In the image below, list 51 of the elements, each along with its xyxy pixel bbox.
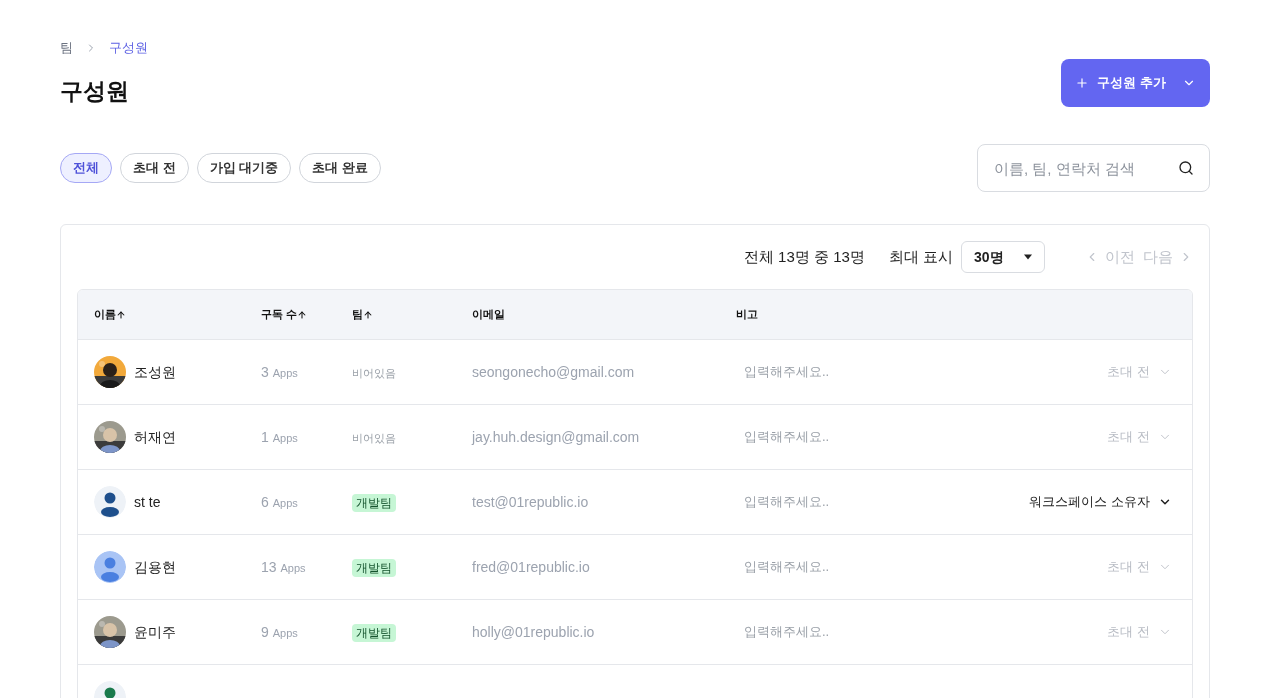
filter-chip[interactable]: 전체 — [60, 153, 112, 183]
breadcrumb-link[interactable]: 팀 — [60, 38, 73, 58]
page-title: 구성원 — [60, 76, 129, 106]
member-email: holly@01republic.io — [472, 624, 595, 640]
column-header[interactable]: 이메일 — [472, 306, 505, 323]
search-icon — [1178, 160, 1194, 176]
note-field[interactable]: 입력해주세요.. — [744, 427, 904, 447]
app-count: 6 Apps — [261, 494, 298, 510]
member-name: st te — [134, 493, 161, 512]
avatar-icon — [94, 551, 126, 583]
column-header[interactable]: 이름 — [94, 306, 126, 323]
app-count: 1 Apps — [261, 429, 298, 445]
filter-chip[interactable]: 초대 전 — [120, 153, 189, 183]
note-field[interactable]: 입력해주세요.. — [744, 362, 904, 382]
member-name: 윤미주 — [134, 623, 176, 642]
member-name: 조성원 — [134, 363, 176, 382]
app-count: 3 Apps — [261, 364, 298, 380]
page-size-dropdown[interactable]: 30명 — [961, 241, 1045, 273]
member-name: 허재연 — [134, 428, 176, 447]
member-email: seongonecho@gmail.com — [472, 364, 635, 380]
column-header[interactable]: 구독 수 — [261, 306, 308, 323]
team-tag: 개발팀 — [352, 494, 396, 512]
avatar-icon — [94, 486, 126, 518]
team-tag: 개발팀 — [352, 559, 396, 577]
search-field[interactable]: 이름, 팀, 연락처 검색 — [977, 144, 1210, 192]
column-header[interactable]: 팀 — [352, 306, 373, 323]
note-field[interactable]: 입력해주세요.. — [744, 557, 904, 577]
add-member-button[interactable]: 구성원 추가 — [1061, 58, 1210, 107]
app-count: 13 Apps — [261, 559, 306, 575]
team-tag: 개발팀 — [352, 624, 396, 642]
sort-arrow-icon — [363, 309, 373, 320]
filter-chip[interactable]: 초대 완료 — [299, 153, 381, 183]
filter-chip[interactable]: 가입 대기중 — [196, 153, 292, 183]
sort-arrow-icon — [116, 309, 126, 320]
caret-down-icon — [1024, 254, 1032, 260]
team-empty: 비어있음 — [352, 367, 396, 379]
note-field[interactable]: 입력해주세요.. — [744, 492, 904, 512]
app-count: 9 Apps — [261, 624, 298, 640]
member-email: jay.huh.design@gmail.com — [472, 429, 640, 445]
member-email: fred@01republic.io — [472, 559, 590, 575]
member-email: test@01republic.io — [472, 494, 589, 510]
plus-icon — [1075, 75, 1090, 90]
sort-arrow-icon — [297, 309, 308, 320]
page-size-label: 최대 표시 — [888, 246, 953, 267]
member-name: 김용현 — [134, 558, 176, 577]
column-header[interactable]: 비고 — [736, 306, 758, 323]
team-empty: 비어있음 — [352, 432, 396, 444]
role-dropdown[interactable]: 워크스페이스 소유자 — [1029, 492, 1172, 512]
breadcrumb-link[interactable]: 구성원 — [109, 38, 148, 58]
note-field[interactable]: 입력해주세요.. — [744, 622, 904, 642]
member-count: 전체 13명 중 13명 — [743, 246, 865, 267]
